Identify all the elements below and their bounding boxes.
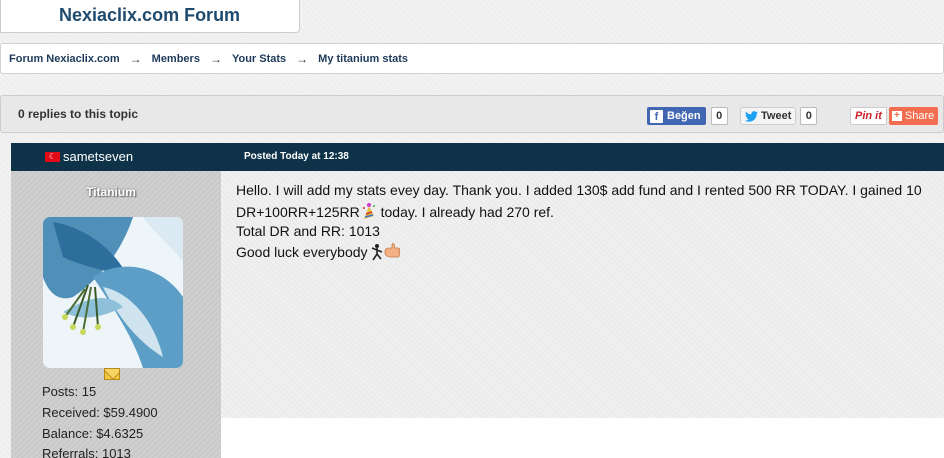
site-title[interactable]: Nexiaclix.com Forum [59,5,240,26]
breadcrumb-separator: → [296,51,309,66]
post-text-fragment: DR+100RR+125RR [236,204,360,220]
post-text-line: Hello. I will add my stats evey day. Tha… [236,182,922,198]
breadcrumb-separator: → [209,51,222,66]
facebook-like-count: 0 [710,107,728,125]
tweet-label: Tweet [761,110,792,122]
stat-received: Received: $59.4900 [42,405,158,420]
breadcrumb: Forum Nexiaclix.com → Members → Your Sta… [0,43,944,74]
author-info: Titanium Posts: 15 Received: $59.4900 Ba… [11,171,221,458]
post-content: Hello. I will add my stats evey day. Tha… [221,171,944,418]
stat-balance: Balance: $4.6325 [42,426,144,441]
twitter-bird-icon [745,110,758,122]
author-name[interactable]: sametseven [63,149,133,164]
flower-avatar-image [43,217,183,368]
breadcrumb-separator: → [129,51,142,66]
facebook-like-button[interactable]: f Beğen [647,107,706,125]
breadcrumb-item-forum[interactable]: Forum Nexiaclix.com [9,53,120,65]
tweet-button[interactable]: Tweet [740,107,797,125]
share-button[interactable]: + Share [888,107,939,125]
share-label: Share [904,110,935,122]
post-text-line: Good luck everybody [236,243,401,261]
post-text-fragment: Good luck everybody [236,244,372,260]
turkey-flag-icon: ☾ [45,152,60,162]
breadcrumb-item-members[interactable]: Members [152,53,200,65]
pinterest-pin-button[interactable]: Pin it [850,107,887,125]
post-text-line: Total DR and RR: 1013 [236,223,380,239]
stat-posts: Posts: 15 [42,384,97,399]
post-text-fragment: today. I already had 270 ref. [376,204,554,220]
posted-date: Posted Today at 12:38 [244,151,349,162]
avatar[interactable] [43,217,183,368]
thumbs-up-emoji-icon [385,243,401,258]
post-text-line: DR+100RR+125RR today. I already had 270 … [236,202,554,220]
post-header: ☾ sametseven Posted Today at 12:38 [11,143,944,171]
facebook-like-label: Beğen [667,110,701,122]
party-emoji-icon [362,203,375,219]
tweet-count: 0 [800,107,818,125]
breadcrumb-item-topic[interactable]: My titanium stats [318,53,408,65]
stat-referrals: Referrals: 1013 [42,446,131,458]
post-footer-area [221,418,944,458]
plus-icon: + [891,111,902,121]
facebook-icon: f [650,109,663,123]
tweet: Tweet 0 [740,107,818,125]
share-buttons: Pin it + Share [850,107,939,125]
topic-bar: 0 replies to this topic f Beğen 0 Tweet … [0,95,944,133]
mail-envelope-icon[interactable] [104,368,120,380]
member-rank: Titanium [86,185,136,199]
pinterest-label: Pin it [855,110,882,122]
site-title-tab: Nexiaclix.com Forum [0,0,300,33]
facebook-like: f Beğen 0 [647,107,728,125]
dancing-man-emoji-icon [372,244,383,261]
replies-count: 0 replies to this topic [18,107,139,121]
breadcrumb-item-your-stats[interactable]: Your Stats [232,53,286,65]
